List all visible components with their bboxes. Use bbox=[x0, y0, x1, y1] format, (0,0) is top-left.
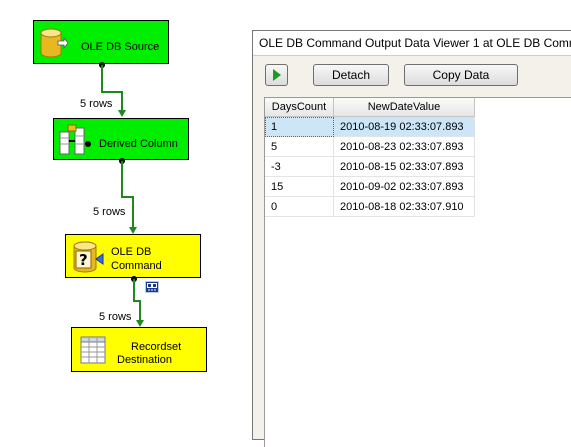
data-flow-canvas[interactable]: OLE DB Source 5 rows Derived Column 5 ro… bbox=[0, 0, 252, 430]
cell-dayscount[interactable]: 15 bbox=[265, 176, 334, 197]
path-arrowhead bbox=[136, 320, 144, 327]
ole-db-source-task[interactable]: OLE DB Source bbox=[33, 20, 169, 64]
task-label: Recordset bbox=[131, 341, 182, 353]
svg-text:?: ? bbox=[79, 251, 88, 269]
cell-dayscount[interactable]: 5 bbox=[265, 136, 334, 157]
task-label: Command bbox=[111, 260, 162, 272]
derived-column-icon bbox=[59, 124, 93, 159]
cell-newdatevalue[interactable]: 2010-08-15 02:33:07.893 bbox=[333, 156, 475, 177]
cell-newdatevalue[interactable]: 2010-08-18 02:33:07.910 bbox=[333, 196, 475, 217]
column-header-newdatevalue[interactable]: NewDateValue bbox=[333, 98, 475, 117]
data-grid[interactable]: DaysCount NewDateValue 1 2010-08-19 02:3… bbox=[264, 97, 571, 447]
data-path-line[interactable] bbox=[121, 161, 123, 197]
header-row: DaysCount NewDateValue bbox=[265, 98, 475, 117]
data-viewer-window: OLE DB Command Output Data Viewer 1 at O… bbox=[252, 30, 571, 447]
table-row[interactable]: 15 2010-09-02 02:33:07.893 bbox=[265, 176, 475, 197]
question-database-icon: ? bbox=[72, 240, 106, 277]
copy-data-button[interactable]: Copy Data bbox=[404, 64, 518, 86]
data-path-line[interactable] bbox=[101, 91, 123, 93]
recordset-destination-task[interactable]: Recordset Destination bbox=[71, 327, 207, 372]
database-cylinder-icon bbox=[40, 27, 69, 62]
data-path-line[interactable] bbox=[132, 196, 134, 228]
cell-dayscount[interactable]: -3 bbox=[265, 156, 334, 177]
column-header-dayscount[interactable]: DaysCount bbox=[265, 98, 334, 117]
task-label: Destination bbox=[117, 354, 173, 366]
ole-db-command-task[interactable]: ? OLE DB Command bbox=[65, 234, 201, 278]
window-title[interactable]: OLE DB Command Output Data Viewer 1 at O… bbox=[253, 31, 571, 56]
row-count-label: 5 rows bbox=[99, 311, 132, 323]
task-label: OLE DB bbox=[111, 246, 152, 258]
task-label: OLE DB Source bbox=[81, 41, 160, 53]
data-table: DaysCount NewDateValue 1 2010-08-19 02:3… bbox=[265, 98, 475, 217]
path-arrowhead bbox=[118, 110, 126, 117]
detach-button[interactable]: Detach bbox=[313, 64, 389, 86]
table-row[interactable]: 1 2010-08-19 02:33:07.893 bbox=[265, 116, 475, 137]
play-button[interactable] bbox=[265, 64, 288, 86]
table-row[interactable]: -3 2010-08-15 02:33:07.893 bbox=[265, 156, 475, 177]
path-arrowhead bbox=[129, 227, 137, 234]
cell-newdatevalue[interactable]: 2010-09-02 02:33:07.893 bbox=[333, 176, 475, 197]
data-path-line[interactable] bbox=[139, 300, 141, 320]
recordset-grid-icon bbox=[80, 336, 106, 367]
data-viewer-icon[interactable] bbox=[145, 281, 159, 293]
data-path-line[interactable] bbox=[133, 279, 135, 301]
data-path-line[interactable] bbox=[101, 65, 103, 92]
table-row[interactable]: 0 2010-08-18 02:33:07.910 bbox=[265, 196, 475, 217]
table-row[interactable]: 5 2010-08-23 02:33:07.893 bbox=[265, 136, 475, 157]
cell-dayscount[interactable]: 1 bbox=[265, 116, 334, 137]
play-icon bbox=[272, 69, 281, 81]
cell-newdatevalue[interactable]: 2010-08-23 02:33:07.893 bbox=[333, 136, 475, 157]
data-path-line[interactable] bbox=[121, 91, 123, 111]
cell-newdatevalue[interactable]: 2010-08-19 02:33:07.893 bbox=[333, 116, 475, 137]
cell-dayscount[interactable]: 0 bbox=[265, 196, 334, 217]
row-count-label: 5 rows bbox=[80, 98, 113, 110]
row-count-label: 5 rows bbox=[93, 206, 126, 218]
task-label: Derived Column bbox=[99, 138, 178, 150]
derived-column-task[interactable]: Derived Column bbox=[53, 118, 189, 160]
